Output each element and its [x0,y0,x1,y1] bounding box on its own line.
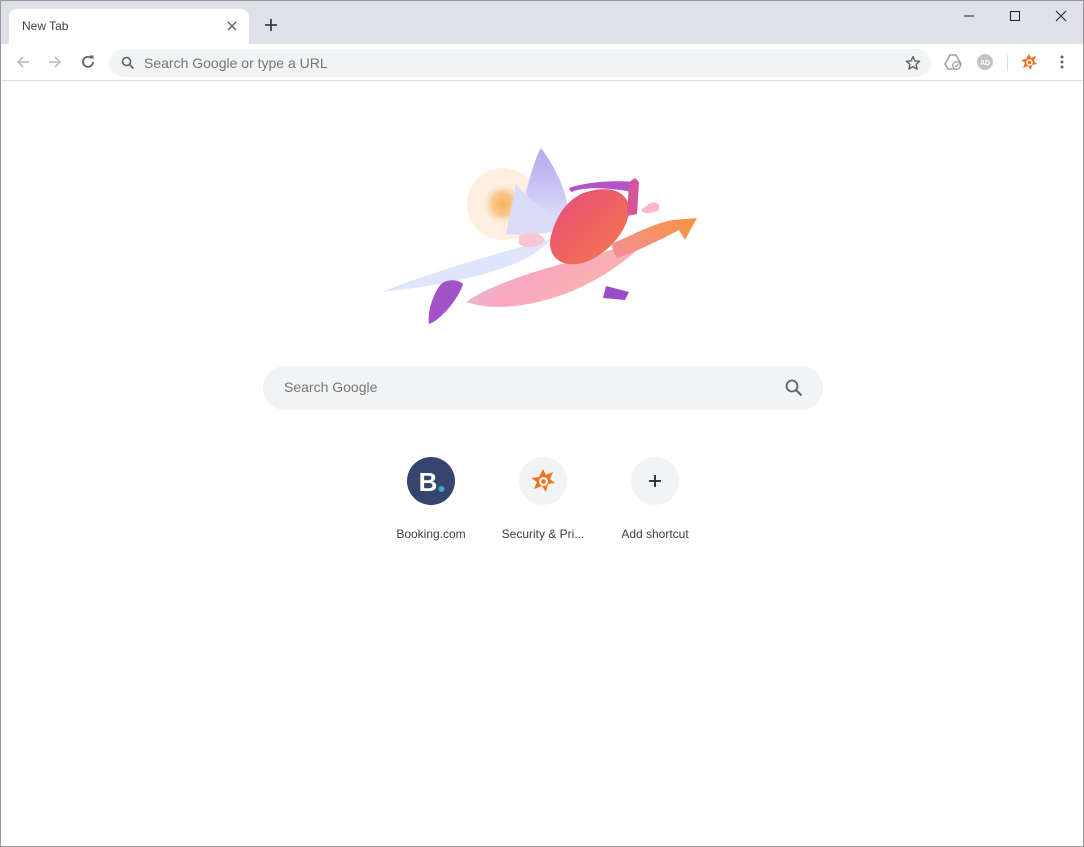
shortcut-label: Booking.com [396,527,466,541]
shortcut-label: Security & Pri... [501,527,585,541]
plus-icon [631,457,679,505]
close-tab-icon[interactable] [225,19,239,33]
close-window-button[interactable] [1038,1,1084,31]
minimize-button[interactable] [946,1,992,31]
running-doodle-illustration[interactable] [381,144,703,326]
omnibox-input[interactable] [144,55,844,71]
maximize-icon [1010,11,1020,21]
avast-extension-icon[interactable] [1020,53,1038,71]
shortcut-booking[interactable]: B Booking.com [375,457,487,553]
toolbar-divider [1007,55,1008,71]
add-shortcut-button[interactable]: Add shortcut [599,457,711,553]
omnibox-search-icon [121,56,135,75]
browser-window: New Tab Search Google or type a URL AD S… [0,0,1084,847]
adblock-extension-icon[interactable]: AD [976,53,994,71]
adblock-text: AD [980,60,990,67]
tab-title: New Tab [22,19,69,33]
google-search-input[interactable] [284,379,764,395]
booking-icon: B [407,457,455,505]
tab-strip: New Tab [1,1,1083,44]
omnibox[interactable] [109,49,931,77]
new-tab-plus-icon[interactable] [261,15,281,35]
bookmark-star-icon[interactable] [905,55,921,76]
booking-letter: B [419,467,438,497]
google-search-box[interactable] [263,366,823,410]
avast-icon [519,457,567,505]
maximize-button[interactable] [992,1,1038,31]
toolbar: AD [1,44,1083,81]
chrome-menu-icon[interactable] [1053,53,1071,71]
back-arrow-icon[interactable] [13,52,33,72]
close-window-icon [1055,10,1067,22]
reload-icon[interactable] [78,52,98,72]
minimize-icon [964,15,974,17]
shortcut-label: Add shortcut [621,527,689,541]
tab-new-tab[interactable]: New Tab [9,9,249,44]
shortcut-security-privacy[interactable]: Security & Pri... [487,457,599,553]
drive-extension-icon[interactable] [944,53,962,71]
search-icon[interactable] [785,379,803,402]
forward-arrow-icon[interactable] [45,52,65,72]
